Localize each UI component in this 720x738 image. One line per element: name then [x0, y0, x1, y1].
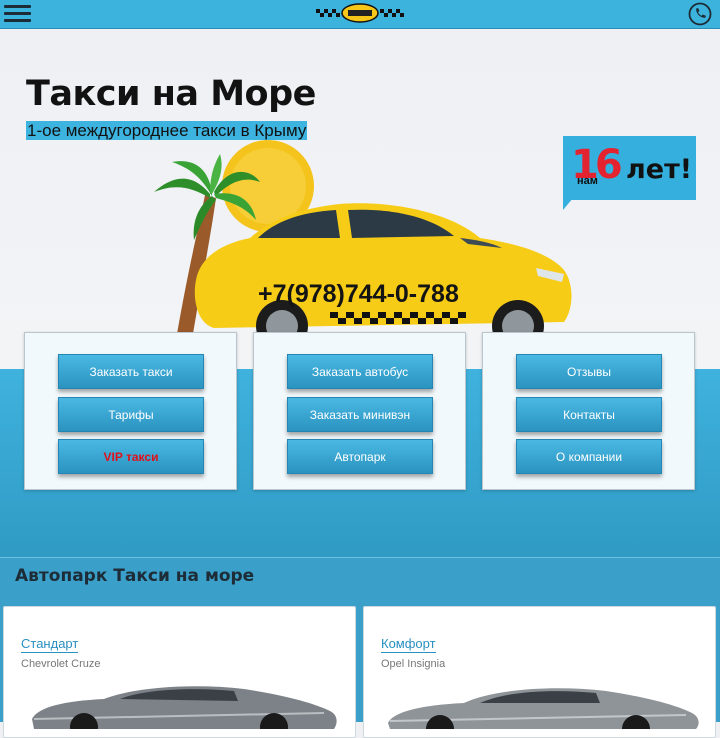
vip-taxi-button[interactable]: VIP такси [58, 439, 204, 474]
about-company-button[interactable]: О компании [516, 439, 662, 474]
order-taxi-button[interactable]: Заказать такси [58, 354, 204, 389]
contacts-button[interactable]: Контакты [516, 397, 662, 432]
fleet-card-model: Opel Insignia [381, 658, 446, 670]
phone-icon[interactable] [688, 2, 712, 26]
chevrolet-car-image [32, 686, 337, 729]
fleet-card-title[interactable]: Стандарт [21, 636, 79, 653]
fleet-card-title[interactable]: Комфорт [381, 636, 436, 653]
order-bus-button[interactable]: Заказать автобус [287, 354, 433, 389]
menu-card-transport: Заказать автобус Заказать минивэн Автопа… [253, 332, 466, 490]
menu-card-info: Отзывы Контакты О компании [482, 332, 695, 490]
menu-card-taxi: Заказать такси Тарифы VIP такси [24, 332, 237, 490]
order-minivan-button[interactable]: Заказать минивэн [287, 397, 433, 432]
hamburger-menu-icon[interactable] [4, 3, 31, 25]
top-navigation-bar [0, 0, 720, 29]
fleet-card-model: Chevrolet Cruze [21, 658, 101, 670]
opel-car-image [388, 688, 699, 729]
tariffs-button[interactable]: Тарифы [58, 397, 204, 432]
fleet-card-standard[interactable]: Стандарт Chevrolet Cruze [3, 606, 356, 738]
reviews-button[interactable]: Отзывы [516, 354, 662, 389]
page-subtitle: 1-ое междугороднее такси в Крыму [26, 121, 308, 140]
badge-text: лет! [626, 154, 693, 185]
taxi-checker-logo[interactable] [316, 3, 404, 23]
page-title: Такси на Море [26, 74, 316, 114]
fleet-card-comfort[interactable]: Комфорт Opel Insignia [363, 606, 716, 738]
taxi-phone-number: +7(978)744-0-788 [258, 280, 459, 308]
fleet-button[interactable]: Автопарк [287, 439, 433, 474]
hero-taxi-illustration: +7(978)744-0-788 [154, 140, 572, 340]
fleet-section-title: Автопарк Такси на море [15, 566, 255, 586]
